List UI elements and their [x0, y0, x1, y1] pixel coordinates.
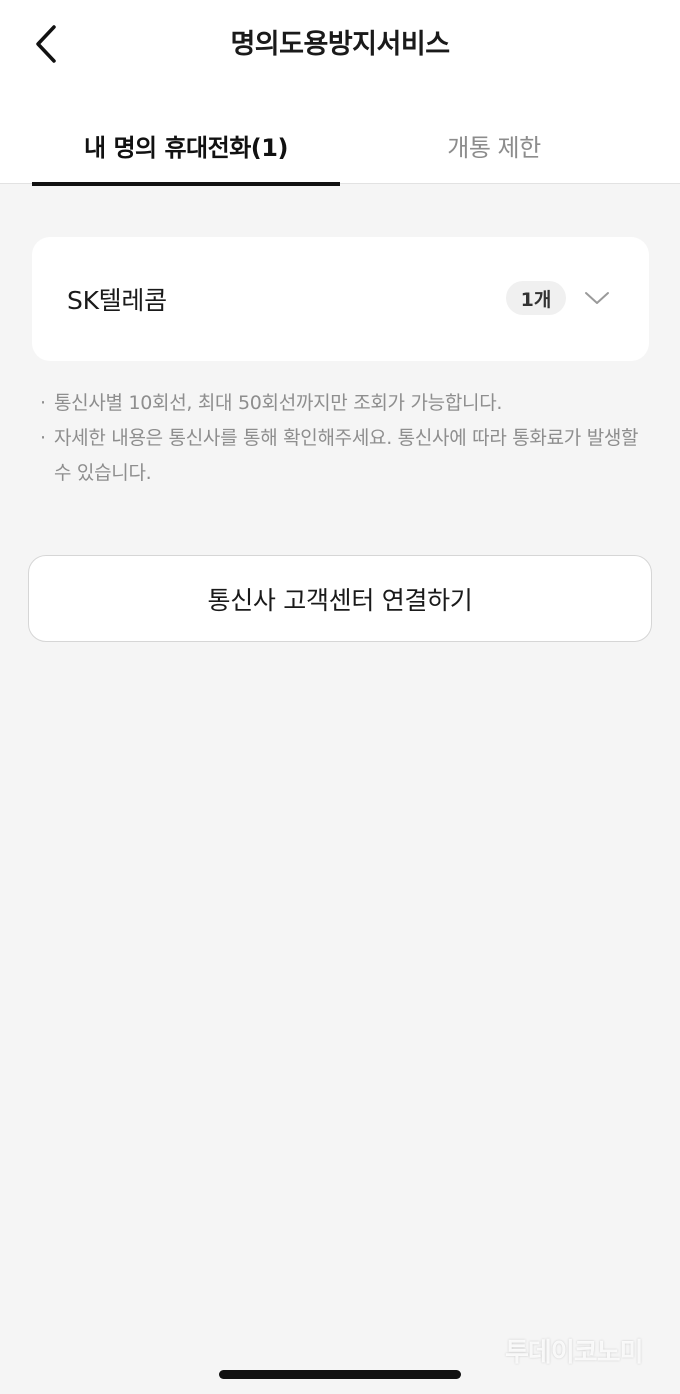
- tab-bar: 내 명의 휴대전화(1) 개통 제한: [0, 108, 680, 186]
- connect-carrier-label: 통신사 고객센터 연결하기: [207, 585, 473, 615]
- home-indicator: [219, 1370, 461, 1379]
- watermark-logo: 투데이코노미: [505, 1338, 644, 1368]
- carrier-card[interactable]: SK텔레콤 1개: [32, 237, 649, 361]
- notice-list: 통신사별 10회선, 최대 50회선까지만 조회가 가능합니다. 자세한 내용은…: [40, 386, 640, 491]
- chevron-down-icon[interactable]: [581, 283, 613, 313]
- carrier-name: SK텔레콤: [67, 286, 167, 315]
- notice-item: 통신사별 10회선, 최대 50회선까지만 조회가 가능합니다.: [40, 386, 640, 421]
- tab-label: 개통 제한: [447, 134, 541, 162]
- page: 명의도용방지서비스 내 명의 휴대전화(1) 개통 제한 SK텔레콤 1개 통신…: [0, 0, 680, 1394]
- header: 명의도용방지서비스 내 명의 휴대전화(1) 개통 제한: [0, 0, 680, 186]
- page-title: 명의도용방지서비스: [230, 29, 450, 60]
- connect-carrier-button[interactable]: 통신사 고객센터 연결하기: [28, 555, 652, 642]
- tab-my-phones[interactable]: 내 명의 휴대전화(1): [32, 108, 340, 186]
- tab-label: 내 명의 휴대전화(1): [84, 134, 288, 162]
- tab-activation-limit[interactable]: 개통 제한: [340, 108, 648, 183]
- notice-item: 자세한 내용은 통신사를 통해 확인해주세요. 통신사에 따라 통화료가 발생할…: [40, 421, 640, 491]
- count-badge: 1개: [506, 281, 566, 315]
